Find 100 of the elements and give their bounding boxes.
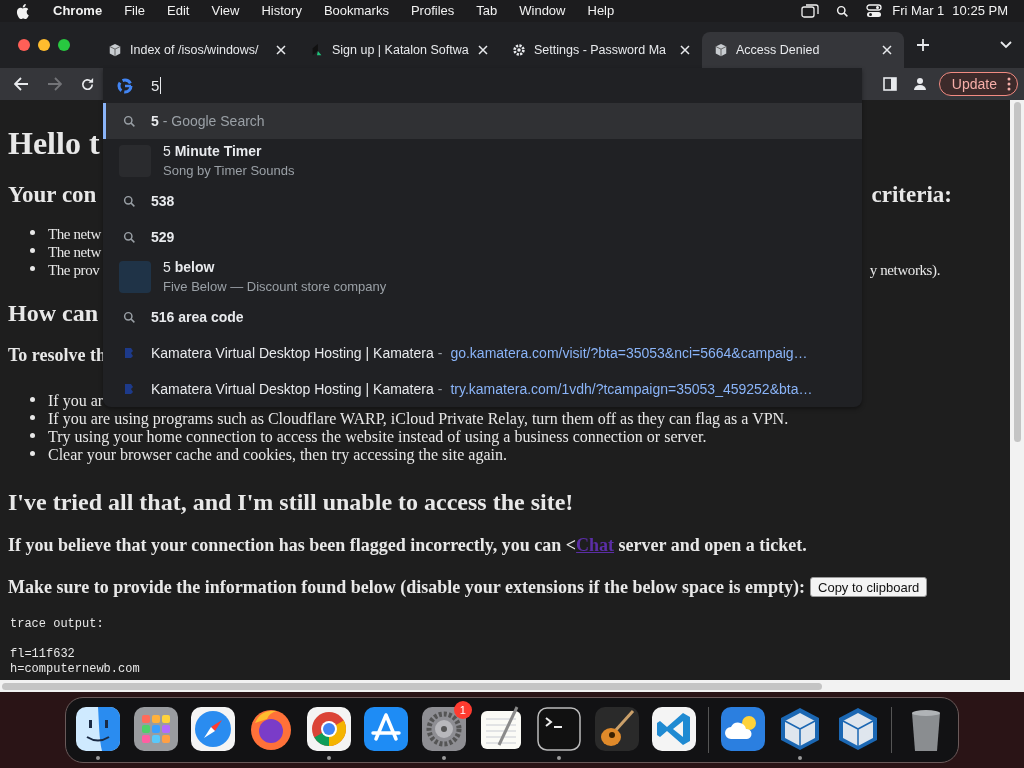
- menu-item[interactable]: View: [211, 1, 240, 21]
- more-icon[interactable]: [1007, 77, 1011, 91]
- suggestion-url: try.kamatera.com/1vdh/?tcampaign=35053_459252&bta…: [450, 379, 813, 399]
- heading-text: Your con: [8, 181, 97, 209]
- suggestion-item[interactable]: 5 - Google Search: [103, 103, 862, 139]
- tab-title: Access Denied: [736, 41, 821, 59]
- close-window-button[interactable]: [18, 39, 30, 51]
- browser-tab[interactable]: Access Denied: [702, 32, 904, 68]
- bullet: [30, 248, 35, 253]
- bullet: [30, 415, 35, 420]
- suggestion-title: Kamatera Virtual Desktop Hosting | Kamatera: [151, 343, 434, 363]
- search-icon: [122, 310, 136, 324]
- menu-item[interactable]: Profiles: [410, 1, 455, 21]
- apple-icon[interactable]: [16, 3, 29, 19]
- trace-line: h=computernewb.com: [10, 662, 140, 677]
- suggestion-text: 538: [151, 191, 175, 211]
- scrollbar-thumb[interactable]: [2, 682, 822, 690]
- copy-button[interactable]: Copy to clipboard: [810, 577, 928, 597]
- minimize-window-button[interactable]: [38, 39, 50, 51]
- list-item-text: Try using your home connection to access the website instead of using a business connection or server.: [48, 428, 707, 446]
- cube-icon: [108, 43, 122, 57]
- menu-item[interactable]: Window: [519, 1, 566, 21]
- page-title: Hello t: [8, 125, 100, 161]
- close-icon[interactable]: [478, 45, 488, 55]
- suggestion-title: 5 below: [163, 258, 216, 277]
- suggestion-text: 516 area code: [151, 307, 244, 327]
- suggestion-subtitle: Song by Timer Sounds: [163, 162, 295, 180]
- chevron-down-icon[interactable]: [1000, 41, 1012, 49]
- suggestion-text: 5 - Google Search: [151, 111, 265, 131]
- browser-tab[interactable]: Settings - Password Ma: [500, 32, 702, 68]
- list-item-text: The prov: [48, 261, 100, 279]
- windows-icon[interactable]: [801, 4, 820, 18]
- menu-item[interactable]: Help: [587, 1, 615, 21]
- menu-date[interactable]: Fri Mar 1: [892, 1, 945, 21]
- bullet: [30, 397, 35, 402]
- browser-tab[interactable]: Index of /isos/windows/: [96, 32, 298, 68]
- address-text: 5: [151, 77, 162, 94]
- suggestion-item[interactable]: 5 Minute Timer Song by Timer Sounds: [103, 139, 862, 183]
- dock-item[interactable]: 1: [419, 705, 468, 760]
- menu-item[interactable]: Edit: [167, 1, 190, 21]
- zoom-window-button[interactable]: [58, 39, 70, 51]
- plus-icon[interactable]: [916, 38, 930, 52]
- list-item-text: y networks).: [869, 261, 940, 279]
- suggestion-item[interactable]: 516 area code: [103, 299, 862, 335]
- logo-icon: [310, 43, 324, 57]
- suggestion-item[interactable]: Kamatera Virtual Desktop Hosting | Kamatera - go.kamatera.com/visit/?bta=35053&nci=5664&campaig…: [103, 335, 862, 371]
- trace-title: trace output:: [10, 617, 104, 632]
- heading-text: I've tried all that, and I'm still unable to access the site!: [8, 488, 574, 516]
- list-item-text: The netw: [48, 225, 102, 243]
- favicon-icon: [124, 383, 134, 395]
- trace-line: fl=11f632: [10, 647, 75, 662]
- suggestion-item[interactable]: 5 below Five Below — Discount store company: [103, 255, 862, 299]
- browser-tab[interactable]: Sign up | Katalon Softwa: [298, 32, 500, 68]
- suggestion-item[interactable]: 538: [103, 183, 862, 219]
- instruction-text: Make sure to provide the information found below (disable your extensions if the below space is empty):: [8, 577, 805, 597]
- bullet: [30, 433, 35, 438]
- side-panel-icon[interactable]: [882, 77, 897, 91]
- close-icon[interactable]: [882, 45, 892, 55]
- search-icon: [122, 114, 136, 128]
- back-arrow-icon[interactable]: [14, 77, 29, 91]
- suggestion-item[interactable]: Kamatera Virtual Desktop Hosting | Kamatera - try.kamatera.com/1vdh/?tcampaign=35053_459252&bta…: [103, 371, 862, 407]
- list-item-text: If you are using programs such as Cloudflare WARP, iCloud Private Relay, turn them off as they can flag as a VPN.: [48, 410, 789, 428]
- bullet: [30, 266, 35, 271]
- update-button[interactable]: Update: [938, 72, 1018, 96]
- menu-item[interactable]: History: [261, 1, 302, 21]
- toggles-icon[interactable]: [866, 4, 883, 18]
- suggestion-item[interactable]: 529: [103, 219, 862, 255]
- tab-title: Settings - Password Ma: [534, 41, 667, 59]
- suggestion-subtitle: Five Below — Discount store company: [163, 278, 387, 296]
- list-item-text: If you ar: [48, 392, 104, 410]
- scrollbar-thumb[interactable]: [1013, 102, 1021, 442]
- app-menu[interactable]: Chrome: [53, 1, 103, 21]
- tab-title: Sign up | Katalon Softwa: [332, 41, 470, 59]
- separator-dash: -: [437, 379, 443, 399]
- bullet: [30, 230, 35, 235]
- selection-bar: [103, 103, 106, 139]
- menu-time[interactable]: 10:25 PM: [952, 1, 1008, 21]
- menu-item[interactable]: Tab: [476, 1, 498, 21]
- menu-item[interactable]: Bookmarks: [323, 1, 389, 21]
- contact-text: If you believe that your connection has been flagged incorrectly, you can <Chat server and open a ticket.: [8, 535, 807, 555]
- list-item-text: Clear your browser cache and cookies, then try accessing the site again.: [48, 446, 507, 464]
- suggestion-text: 529: [151, 227, 175, 247]
- close-icon[interactable]: [680, 45, 690, 55]
- search-icon: [122, 230, 136, 244]
- gear-icon: [512, 43, 526, 57]
- suggestion-url: go.kamatera.com/visit/?bta=35053&nci=5664&campaig…: [450, 343, 808, 363]
- suggestion-title: Kamatera Virtual Desktop Hosting | Kamatera: [151, 379, 434, 399]
- heading-text: How can: [8, 299, 98, 327]
- profile-icon[interactable]: [912, 77, 927, 91]
- reload-icon[interactable]: [80, 76, 95, 92]
- google-g-icon: [117, 77, 133, 94]
- search-icon[interactable]: [836, 4, 850, 18]
- notification-badge: 1: [453, 701, 472, 719]
- tab-title: Index of /isos/windows/: [130, 41, 260, 59]
- menu-item[interactable]: File: [124, 1, 146, 21]
- close-icon[interactable]: [276, 45, 286, 55]
- search-icon: [122, 194, 136, 208]
- bullet: [30, 451, 35, 456]
- heading-text: criteria:: [871, 181, 952, 209]
- address-field[interactable]: 5: [103, 68, 862, 103]
